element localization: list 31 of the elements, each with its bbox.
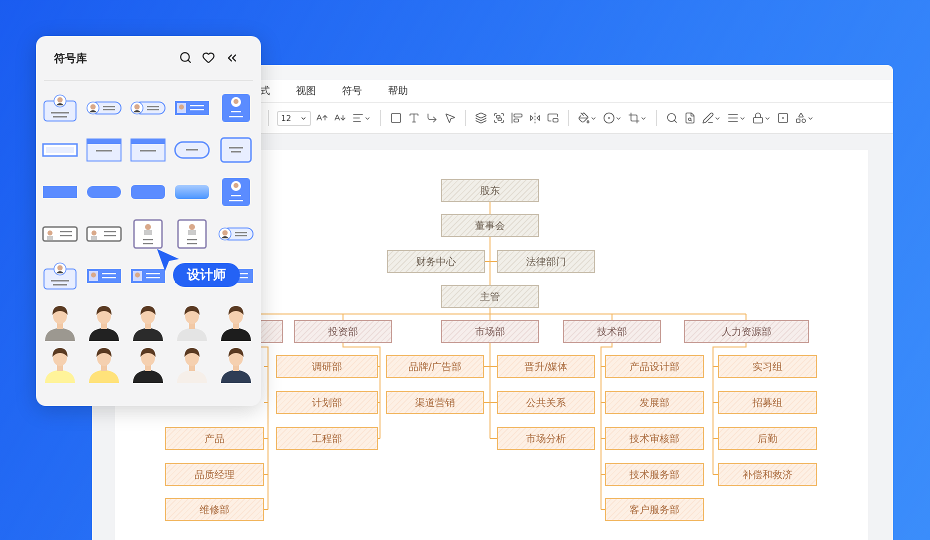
org-node: 股东 (441, 179, 539, 202)
org-node: 维修部 (165, 498, 264, 521)
org-node: 技术服务部 (605, 463, 704, 486)
org-node: 产品设计部 (605, 355, 704, 378)
org-node: 技术审核部 (605, 427, 704, 450)
org-node: 人力资源部 (684, 320, 809, 343)
org-node: 补偿和救济 (718, 463, 817, 486)
org-node: 主管 (441, 285, 539, 308)
org-node: 发展部 (605, 391, 704, 414)
org-node: 后勤 (718, 427, 817, 450)
org-node: 财务中心 (387, 250, 485, 273)
org-node: 产品 (165, 427, 264, 450)
org-node: 投资部 (294, 320, 392, 343)
org-node: 技术部 (563, 320, 661, 343)
org-node: 客户服务部 (605, 498, 704, 521)
org-node: 计划部 (276, 391, 378, 414)
org-node: 市场部 (441, 320, 539, 343)
org-node: 法律部门 (497, 250, 595, 273)
org-node: 工程部 (276, 427, 378, 450)
org-node: 渠道营销 (386, 391, 484, 414)
org-node: 实习组 (718, 355, 817, 378)
org-node: 调研部 (276, 355, 378, 378)
org-node: 晋升/媒体 (497, 355, 595, 378)
panel-title: 符号库 (54, 50, 87, 66)
org-node: 品质经理 (165, 463, 264, 486)
org-node: 董事会 (441, 214, 539, 237)
org-node: 招募组 (718, 391, 817, 414)
org-node: 市场分析 (497, 427, 595, 450)
org-node: 品牌/广告部 (386, 355, 484, 378)
tooltip: 设计师 (173, 263, 240, 287)
org-node: 公共关系 (497, 391, 595, 414)
